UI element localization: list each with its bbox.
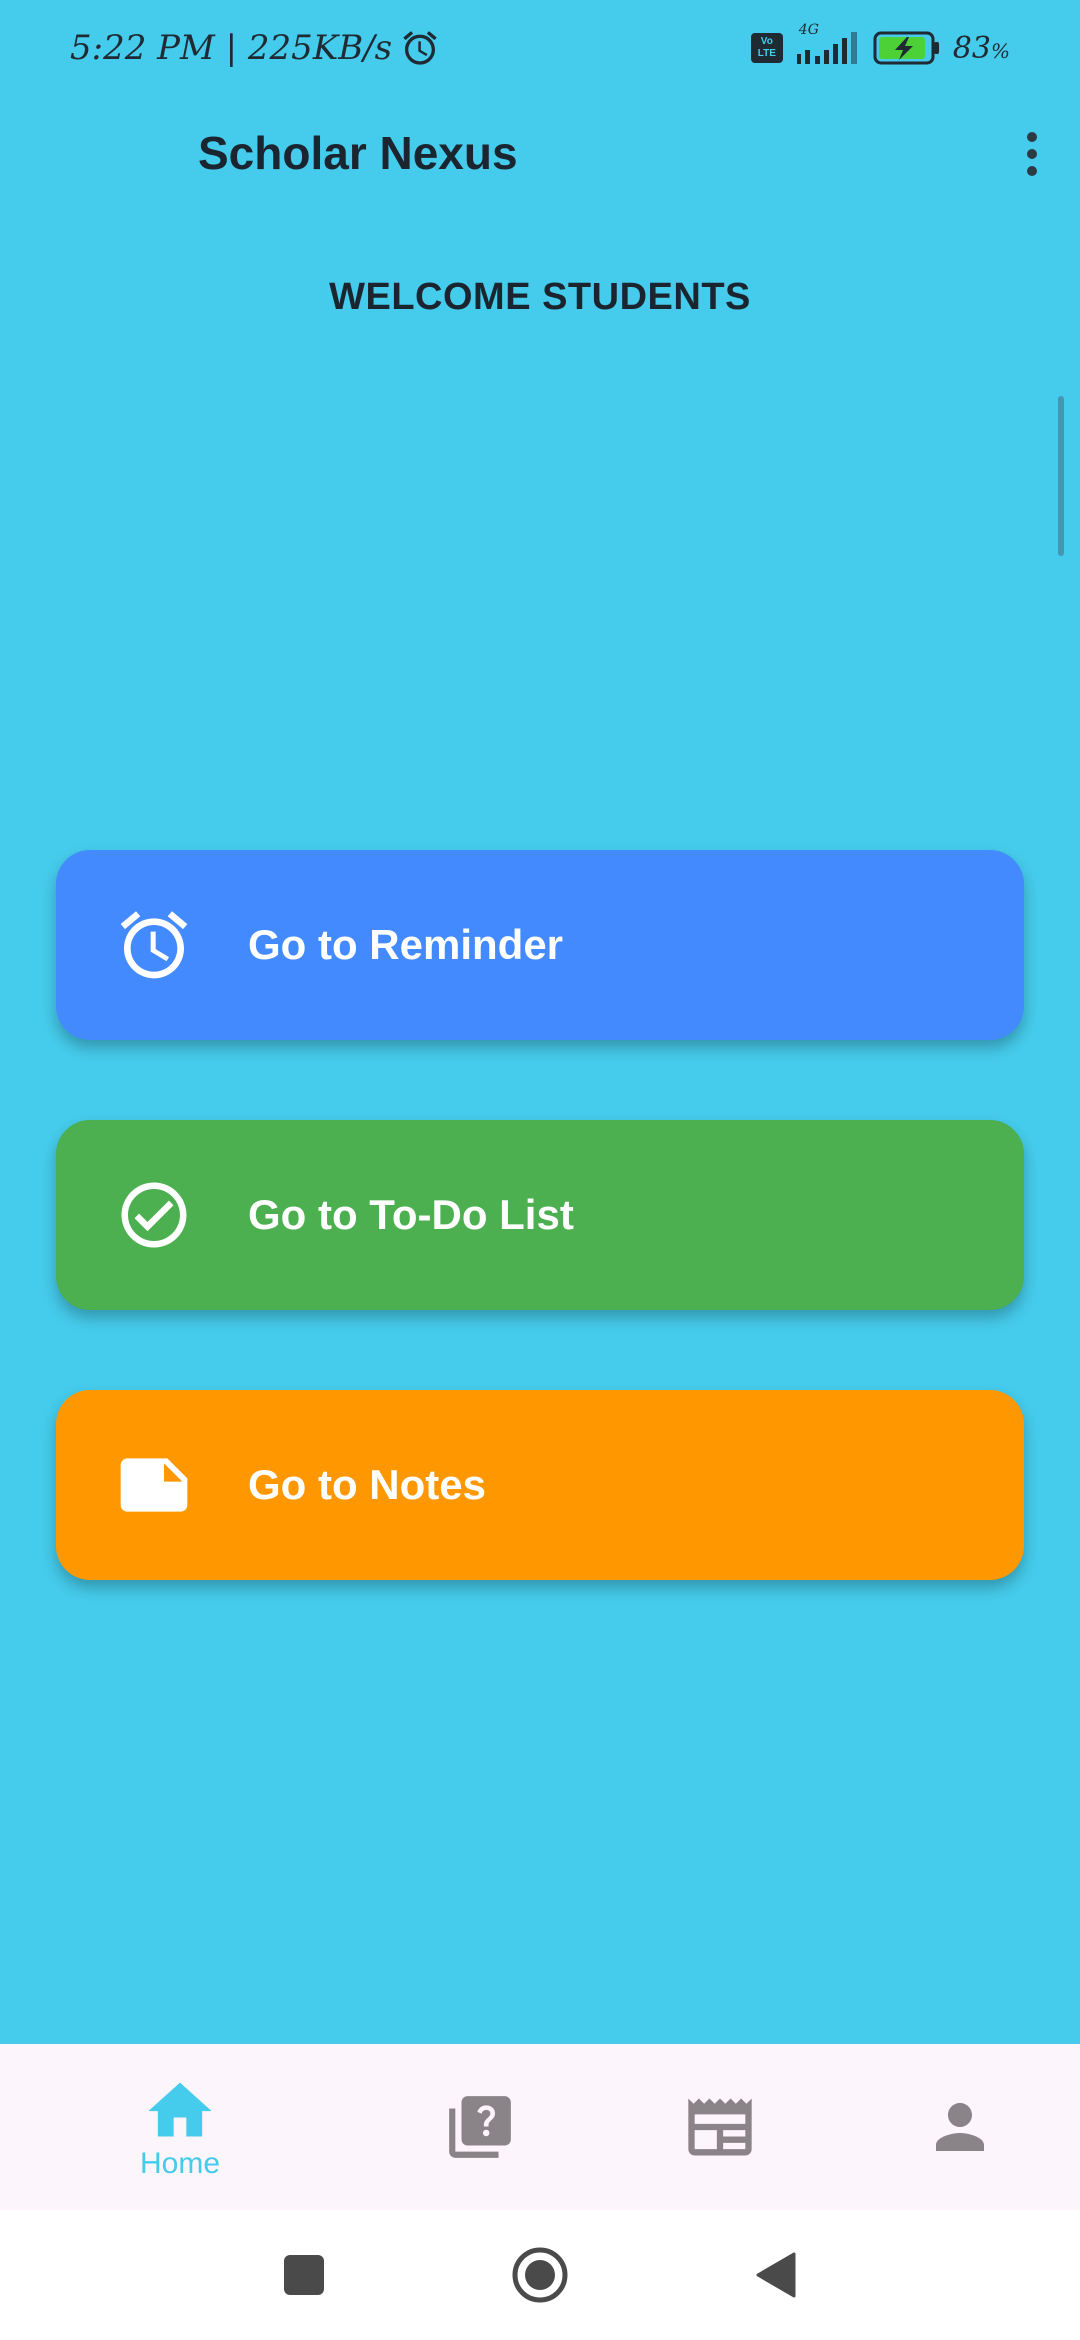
battery-percent-value: 83 — [952, 30, 991, 66]
battery-percent-unit: % — [990, 38, 1010, 63]
welcome-heading: WELCOME STUDENTS — [329, 276, 751, 318]
more-dot-icon — [1027, 132, 1037, 142]
battery-icon — [873, 31, 941, 65]
battery-percent: 83% — [953, 31, 1010, 66]
notes-button-label: Go to Notes — [248, 1461, 486, 1508]
go-to-todo-list-button[interactable]: Go to To-Do List — [56, 1120, 1024, 1310]
nav-quiz[interactable] — [390, 2044, 570, 2210]
nav-home-label: Home — [139, 2147, 221, 2180]
note-icon — [114, 1445, 194, 1525]
more-dot-icon — [1027, 166, 1037, 176]
back-triangle-icon — [754, 2250, 798, 2300]
volte-label: Vo LTE — [757, 36, 776, 59]
system-navigation-bar — [0, 2210, 1080, 2340]
alarm-status-icon — [400, 28, 440, 68]
nav-home[interactable]: Home — [90, 2044, 270, 2210]
bottom-navigation: Home — [0, 2044, 1080, 2210]
signal-icon: 4G — [795, 22, 861, 68]
status-left: 5:22 PM | 225KB/s — [70, 22, 440, 74]
nav-news[interactable] — [630, 2044, 810, 2210]
reminder-button-label: Go to Reminder — [248, 921, 564, 968]
back-button[interactable] — [736, 2235, 816, 2315]
recents-button[interactable] — [264, 2235, 344, 2315]
alarm-clock-icon — [114, 905, 194, 985]
todo-button-label: Go to To-Do List — [248, 1191, 574, 1238]
more-options-button[interactable] — [1004, 124, 1060, 184]
check-circle-icon — [114, 1175, 194, 1255]
square-icon — [282, 2253, 326, 2297]
home-system-button[interactable] — [500, 2235, 580, 2315]
scrollbar[interactable] — [1058, 396, 1064, 556]
go-to-reminder-button[interactable]: Go to Reminder — [56, 850, 1024, 1040]
go-to-notes-button[interactable]: Go to Notes — [56, 1390, 1024, 1580]
home-icon — [142, 2073, 218, 2143]
status-right: Vo LTE 4G 83% — [750, 22, 1010, 74]
volte-icon: Vo LTE — [750, 33, 783, 63]
app-screen: 5:22 PM | 225KB/s Vo LTE 4G 83% Scholar … — [0, 0, 1080, 2340]
quiz-icon — [443, 2090, 517, 2164]
more-dot-icon — [1027, 149, 1037, 159]
circle-icon — [510, 2245, 570, 2305]
status-time-speed: 5:22 PM | 225KB/s — [70, 28, 393, 68]
status-bar: 5:22 PM | 225KB/s Vo LTE 4G 83% — [0, 0, 1080, 96]
nav-profile[interactable] — [870, 2044, 1050, 2210]
network-type-label: 4G — [798, 22, 819, 38]
person-icon — [924, 2091, 996, 2163]
newspaper-icon — [682, 2089, 758, 2165]
app-title: Scholar Nexus — [198, 127, 518, 179]
